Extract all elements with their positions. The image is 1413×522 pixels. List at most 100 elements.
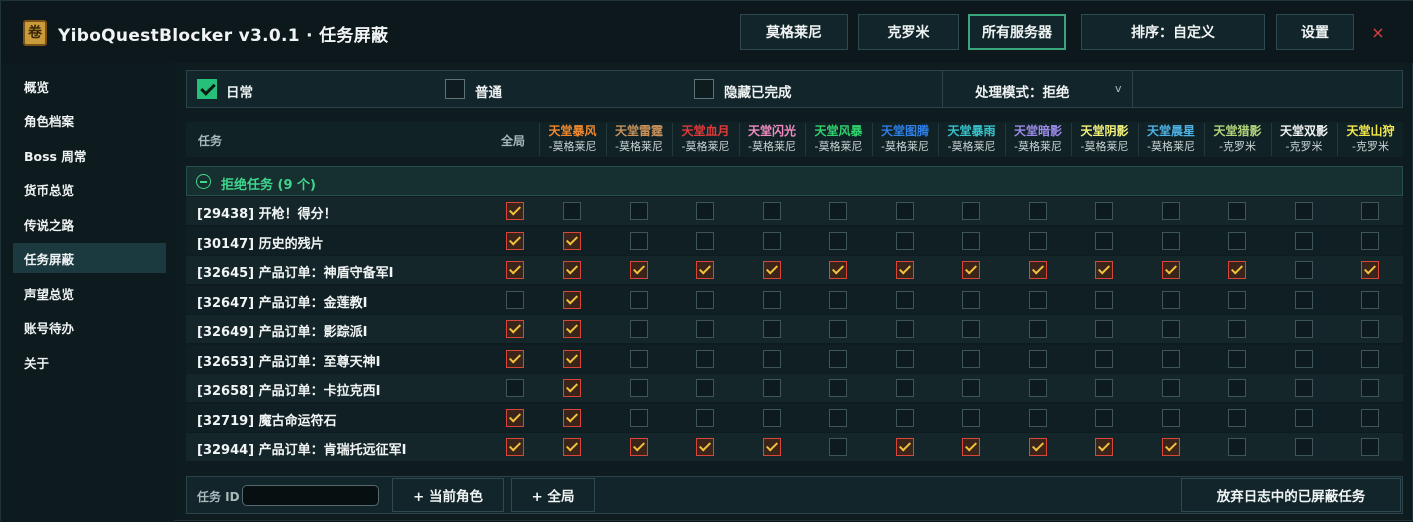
character-block-checkbox[interactable] xyxy=(895,379,914,397)
character-block-checkbox[interactable] xyxy=(1028,320,1047,338)
character-block-checkbox[interactable] xyxy=(962,349,981,368)
character-block-checkbox[interactable] xyxy=(962,261,981,279)
global-block-checkbox[interactable] xyxy=(506,231,524,250)
character-block-checkbox[interactable] xyxy=(895,320,914,338)
character-block-checkbox[interactable] xyxy=(1361,290,1380,309)
group-header-rejected[interactable]: 拒绝任务 (9 个) xyxy=(186,166,1403,196)
add-global-button[interactable]: + 全局 xyxy=(511,478,595,512)
character-block-checkbox[interactable] xyxy=(1028,231,1047,250)
character-block-checkbox[interactable] xyxy=(696,231,715,250)
character-block-checkbox[interactable] xyxy=(629,438,648,456)
character-block-checkbox[interactable] xyxy=(696,438,715,456)
all-servers-button[interactable]: 所有服务器 xyxy=(968,14,1066,50)
character-block-checkbox[interactable] xyxy=(1161,231,1180,250)
character-block-checkbox[interactable] xyxy=(1361,438,1380,456)
character-block-checkbox[interactable] xyxy=(1228,202,1247,220)
add-current-character-button[interactable]: + 当前角色 xyxy=(392,478,504,512)
character-block-checkbox[interactable] xyxy=(1161,202,1180,220)
character-block-checkbox[interactable] xyxy=(563,231,582,250)
character-block-checkbox[interactable] xyxy=(762,320,781,338)
character-block-checkbox[interactable] xyxy=(962,202,981,220)
character-block-checkbox[interactable] xyxy=(829,349,848,368)
character-block-checkbox[interactable] xyxy=(1161,290,1180,309)
character-block-checkbox[interactable] xyxy=(563,438,582,456)
character-block-checkbox[interactable] xyxy=(1028,261,1047,279)
character-block-checkbox[interactable] xyxy=(1095,379,1114,397)
sidebar-item-legend-path[interactable]: 传说之路 xyxy=(13,209,166,239)
character-block-checkbox[interactable] xyxy=(962,231,981,250)
character-block-checkbox[interactable] xyxy=(1294,438,1313,456)
character-block-checkbox[interactable] xyxy=(829,290,848,309)
character-block-checkbox[interactable] xyxy=(629,379,648,397)
character-block-checkbox[interactable] xyxy=(1028,379,1047,397)
sidebar-item-character-profile[interactable]: 角色档案 xyxy=(13,105,166,135)
character-block-checkbox[interactable] xyxy=(1228,408,1247,427)
character-block-checkbox[interactable] xyxy=(1095,290,1114,309)
character-block-checkbox[interactable] xyxy=(962,320,981,338)
character-block-checkbox[interactable] xyxy=(563,290,582,309)
settings-button[interactable]: 设置 xyxy=(1276,14,1354,50)
character-block-checkbox[interactable] xyxy=(1095,202,1114,220)
character-block-checkbox[interactable] xyxy=(1161,379,1180,397)
global-block-checkbox[interactable] xyxy=(506,290,524,309)
character-block-checkbox[interactable] xyxy=(1294,349,1313,368)
character-block-checkbox[interactable] xyxy=(829,320,848,338)
character-block-checkbox[interactable] xyxy=(1161,320,1180,338)
character-block-checkbox[interactable] xyxy=(1361,408,1380,427)
character-block-checkbox[interactable] xyxy=(762,290,781,309)
character-block-checkbox[interactable] xyxy=(1294,320,1313,338)
character-block-checkbox[interactable] xyxy=(762,438,781,456)
character-block-checkbox[interactable] xyxy=(1361,202,1380,220)
character-block-checkbox[interactable] xyxy=(629,261,648,279)
sidebar-item-quest-block[interactable]: 任务屏蔽 xyxy=(13,243,166,273)
character-block-checkbox[interactable] xyxy=(1294,290,1313,309)
character-block-checkbox[interactable] xyxy=(1361,349,1380,368)
daily-checkbox[interactable] xyxy=(197,79,217,99)
server-moge-button[interactable]: 莫格莱尼 xyxy=(740,14,848,50)
global-block-checkbox[interactable] xyxy=(506,261,524,279)
character-block-checkbox[interactable] xyxy=(563,261,582,279)
character-block-checkbox[interactable] xyxy=(629,408,648,427)
character-block-checkbox[interactable] xyxy=(962,438,981,456)
global-block-checkbox[interactable] xyxy=(506,320,524,338)
character-block-checkbox[interactable] xyxy=(895,438,914,456)
global-block-checkbox[interactable] xyxy=(506,202,524,220)
close-icon[interactable]: × xyxy=(1367,22,1389,44)
character-block-checkbox[interactable] xyxy=(1028,438,1047,456)
character-block-checkbox[interactable] xyxy=(1294,379,1313,397)
character-block-checkbox[interactable] xyxy=(1095,231,1114,250)
character-block-checkbox[interactable] xyxy=(1361,231,1380,250)
character-block-checkbox[interactable] xyxy=(1161,438,1180,456)
character-block-checkbox[interactable] xyxy=(1294,261,1313,279)
character-block-checkbox[interactable] xyxy=(762,231,781,250)
character-block-checkbox[interactable] xyxy=(1028,408,1047,427)
character-block-checkbox[interactable] xyxy=(563,349,582,368)
character-block-checkbox[interactable] xyxy=(1228,320,1247,338)
sidebar-item-currency[interactable]: 货币总览 xyxy=(13,174,166,204)
character-block-checkbox[interactable] xyxy=(629,231,648,250)
character-block-checkbox[interactable] xyxy=(962,379,981,397)
character-block-checkbox[interactable] xyxy=(762,349,781,368)
collapse-icon[interactable] xyxy=(196,174,211,189)
character-block-checkbox[interactable] xyxy=(696,379,715,397)
character-block-checkbox[interactable] xyxy=(1095,320,1114,338)
character-block-checkbox[interactable] xyxy=(762,202,781,220)
character-block-checkbox[interactable] xyxy=(762,261,781,279)
character-block-checkbox[interactable] xyxy=(1028,349,1047,368)
global-block-checkbox[interactable] xyxy=(506,408,524,427)
character-block-checkbox[interactable] xyxy=(629,320,648,338)
character-block-checkbox[interactable] xyxy=(895,290,914,309)
character-block-checkbox[interactable] xyxy=(1095,408,1114,427)
character-block-checkbox[interactable] xyxy=(962,290,981,309)
character-block-checkbox[interactable] xyxy=(1294,202,1313,220)
character-block-checkbox[interactable] xyxy=(895,408,914,427)
character-block-checkbox[interactable] xyxy=(563,202,582,220)
character-block-checkbox[interactable] xyxy=(762,408,781,427)
character-block-checkbox[interactable] xyxy=(1361,379,1380,397)
sidebar-item-overview[interactable]: 概览 xyxy=(13,71,166,101)
character-block-checkbox[interactable] xyxy=(1095,438,1114,456)
chevron-down-icon[interactable]: v xyxy=(1115,82,1122,95)
character-block-checkbox[interactable] xyxy=(696,202,715,220)
character-block-checkbox[interactable] xyxy=(829,408,848,427)
sidebar-item-about[interactable]: 关于 xyxy=(13,347,166,377)
